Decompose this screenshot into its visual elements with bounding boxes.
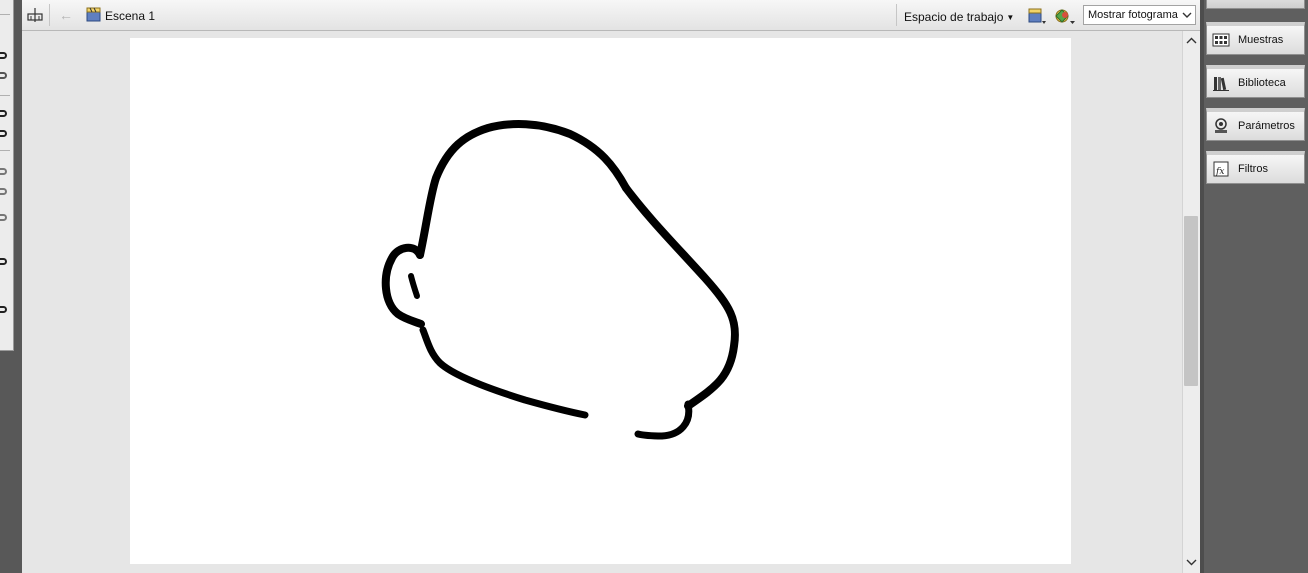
scene-label[interactable]: Escena 1	[105, 9, 155, 23]
brush-tool-icon[interactable]	[0, 130, 7, 137]
scroll-down-chevron-icon[interactable]	[1186, 557, 1197, 567]
filters-icon: fx	[1213, 161, 1229, 177]
panel-stub[interactable]	[1206, 0, 1305, 9]
zoom-select[interactable]: Mostrar fotograma	[1083, 5, 1196, 25]
edit-scene-icon[interactable]	[1027, 7, 1047, 25]
panel-label: Muestras	[1238, 34, 1284, 46]
collapsed-panels: Muestras Biblioteca Parámetros fx Filtro…	[1204, 0, 1308, 573]
panel-button-filtros[interactable]: fx Filtros	[1206, 151, 1305, 184]
flash-authoring-window: ← Escena 1 Espacio de trabajo ▼ Mostrar f…	[0, 0, 1308, 573]
panel-button-parametros[interactable]: Parámetros	[1206, 108, 1305, 141]
svg-text:fx: fx	[1215, 167, 1224, 177]
tools-panel[interactable]	[0, 0, 14, 351]
toolbar-separator	[49, 4, 50, 26]
stage-canvas[interactable]	[130, 38, 1071, 564]
chevron-down-icon	[1182, 12, 1192, 18]
toolbar-separator	[896, 4, 897, 26]
workspace-menu[interactable]: Espacio de trabajo ▼	[904, 10, 1014, 24]
neck-stroke	[634, 400, 693, 440]
library-icon	[1213, 77, 1229, 91]
ear-inner-stroke	[408, 273, 420, 299]
tools-divider	[0, 95, 10, 96]
paint-bucket-tool-icon[interactable]	[0, 188, 7, 195]
panel-button-muestras[interactable]: Muestras	[1206, 22, 1305, 55]
timeline-toggle-icon[interactable]	[26, 6, 44, 24]
zoom-value: Mostrar fotograma	[1088, 9, 1178, 21]
zoom-tool-icon[interactable]	[0, 306, 7, 313]
pen-tool-icon[interactable]	[0, 72, 7, 79]
drawing-strokes[interactable]	[130, 38, 1071, 564]
edit-bar: ← Escena 1 Espacio de trabajo ▼ Mostrar f…	[22, 0, 1200, 31]
scroll-thumb[interactable]	[1184, 216, 1198, 386]
back-of-head-stroke	[622, 184, 739, 410]
jaw-stroke	[419, 326, 589, 419]
parameters-icon	[1215, 118, 1227, 133]
panel-label: Biblioteca	[1238, 77, 1286, 89]
edit-symbols-icon[interactable]	[1054, 6, 1076, 25]
dropdown-triangle-icon: ▼	[1006, 13, 1015, 22]
back-arrow-icon[interactable]: ←	[59, 7, 73, 23]
pencil-tool-icon[interactable]	[0, 110, 7, 117]
workspace-label: Espacio de trabajo	[904, 10, 1004, 24]
head-stroke	[416, 120, 630, 259]
pasteboard	[22, 31, 1182, 573]
tools-divider	[0, 14, 10, 15]
panel-label: Parámetros	[1238, 120, 1295, 132]
swatches-icon	[1212, 33, 1230, 47]
ink-bottle-tool-icon[interactable]	[0, 168, 7, 175]
hand-tool-icon[interactable]	[0, 258, 7, 265]
lasso-tool-icon[interactable]	[0, 52, 7, 59]
tools-divider	[0, 150, 10, 151]
panel-button-biblioteca[interactable]: Biblioteca	[1206, 65, 1305, 98]
scroll-up-chevron-icon[interactable]	[1186, 36, 1197, 46]
eyedropper-tool-icon[interactable]	[0, 214, 7, 221]
vertical-scrollbar[interactable]	[1182, 31, 1200, 573]
panel-label: Filtros	[1238, 163, 1268, 175]
scene-clapper-icon	[86, 7, 101, 22]
